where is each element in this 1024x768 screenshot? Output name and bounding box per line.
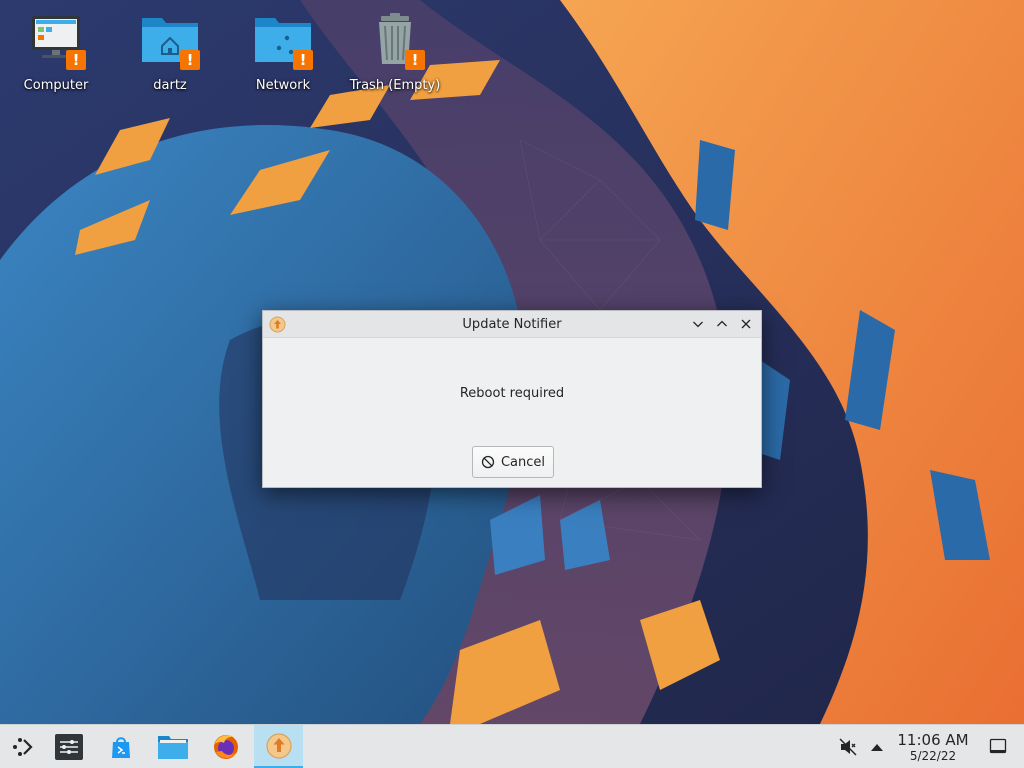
desktop-icon-trash[interactable]: ! Trash (Empty) bbox=[345, 10, 445, 93]
minimize-button[interactable] bbox=[687, 314, 709, 334]
volume-muted-icon bbox=[839, 738, 857, 756]
firefox-icon bbox=[214, 735, 238, 759]
desktop-icon-label: dartz bbox=[153, 78, 187, 93]
update-notifier-app-icon bbox=[269, 316, 286, 333]
dolphin-file-manager-icon bbox=[158, 736, 188, 759]
dialog-message: Reboot required bbox=[459, 386, 565, 401]
application-launcher-icon bbox=[13, 738, 33, 756]
close-button[interactable] bbox=[735, 314, 757, 334]
maximize-button[interactable] bbox=[711, 314, 733, 334]
cancel-button-label: Cancel bbox=[500, 454, 546, 470]
taskbar-update-notifier[interactable] bbox=[254, 725, 303, 768]
show-desktop-button[interactable] bbox=[976, 725, 1020, 768]
desktop-icon-label: Network bbox=[255, 78, 311, 93]
update-notifier-dialog: Update Notifier Reboot required Cancel bbox=[262, 310, 762, 488]
application-launcher-button[interactable] bbox=[0, 725, 46, 768]
taskbar-firefox[interactable] bbox=[203, 725, 249, 768]
dialog-titlebar[interactable]: Update Notifier bbox=[263, 311, 761, 338]
cancel-icon bbox=[481, 455, 495, 469]
desktop-icon-label: Trash (Empty) bbox=[349, 78, 441, 93]
desktop-icon-network[interactable]: ! Network bbox=[233, 10, 333, 93]
clock-date: 5/22/22 bbox=[909, 749, 957, 763]
chevron-down-icon bbox=[693, 321, 703, 328]
cancel-button[interactable]: Cancel bbox=[472, 446, 554, 478]
update-notifier-icon bbox=[265, 732, 292, 759]
discover-icon bbox=[112, 737, 130, 758]
system-tray-expand[interactable] bbox=[862, 725, 892, 768]
system-settings-icon bbox=[55, 734, 83, 760]
taskbar-discover[interactable] bbox=[98, 725, 144, 768]
desktop-icon-computer[interactable]: ! Computer bbox=[6, 10, 106, 93]
warning-badge-icon: ! bbox=[405, 50, 425, 70]
taskbar-system-settings[interactable] bbox=[46, 725, 92, 768]
taskbar-file-manager[interactable] bbox=[150, 725, 196, 768]
taskbar: 11:06 AM 5/22/22 bbox=[0, 724, 1024, 768]
desktop-icon-label: Computer bbox=[23, 78, 89, 93]
warning-badge-icon: ! bbox=[180, 50, 200, 70]
tray-expand-icon bbox=[871, 744, 883, 751]
warning-badge-icon: ! bbox=[66, 50, 86, 70]
warning-badge-icon: ! bbox=[293, 50, 313, 70]
desktop-icon-home[interactable]: ! dartz bbox=[120, 10, 220, 93]
show-desktop-icon bbox=[989, 738, 1007, 754]
chevron-up-icon bbox=[717, 320, 727, 327]
close-icon bbox=[741, 319, 751, 329]
clock-time: 11:06 AM bbox=[897, 731, 969, 749]
digital-clock[interactable]: 11:06 AM 5/22/22 bbox=[892, 731, 974, 764]
